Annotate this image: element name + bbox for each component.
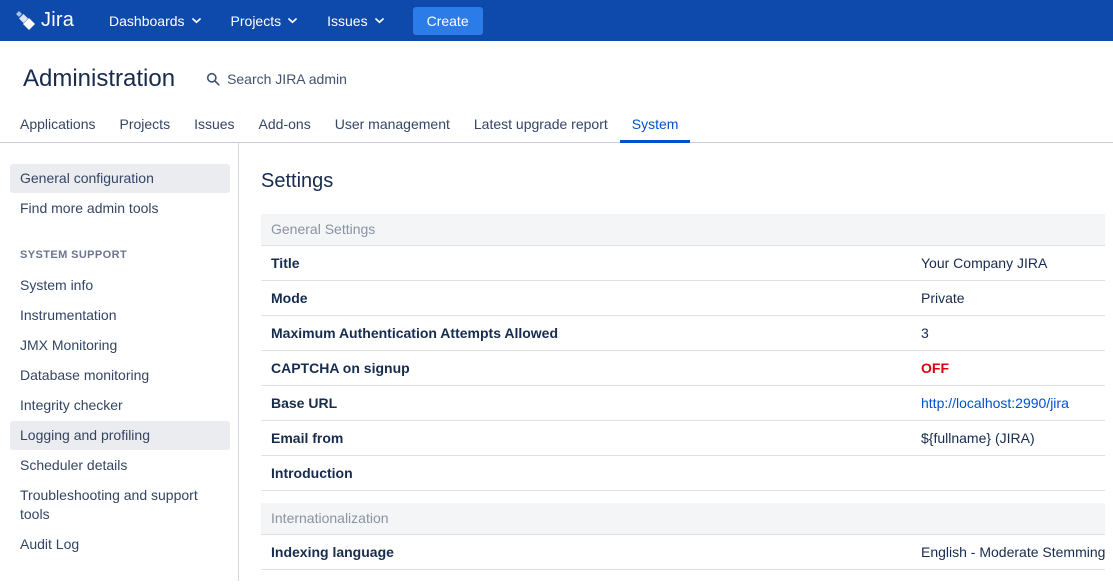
setting-row-title: Title Your Company JIRA <box>261 246 1105 281</box>
brand-text: Jira <box>41 9 74 32</box>
sidebar-item-logging-and-profiling[interactable]: Logging and profiling <box>10 421 230 450</box>
nav-projects[interactable]: Projects <box>216 0 313 41</box>
nav-dashboards[interactable]: Dashboards <box>94 0 216 41</box>
setting-label: Introduction <box>271 465 921 481</box>
tab-applications[interactable]: Applications <box>8 110 108 143</box>
jira-logo-icon <box>14 9 38 33</box>
tab-system[interactable]: System <box>620 110 691 143</box>
admin-sidebar: General configuration Find more admin to… <box>0 143 239 581</box>
tab-issues[interactable]: Issues <box>182 110 246 143</box>
nav-issues[interactable]: Issues <box>312 0 398 41</box>
setting-row-indexing-language: Indexing language English - Moderate Ste… <box>261 535 1105 570</box>
admin-search <box>206 71 407 87</box>
setting-value: Private <box>921 290 965 306</box>
sidebar-item-troubleshooting-and-support-tools[interactable]: Troubleshooting and support tools <box>10 481 230 529</box>
sidebar-group-system-support: SYSTEM SUPPORT <box>10 249 230 261</box>
setting-row-max-auth-attempts: Maximum Authentication Attempts Allowed … <box>261 316 1105 351</box>
setting-label: Base URL <box>271 395 921 411</box>
chevron-down-icon <box>192 18 201 24</box>
sidebar-item-scheduler-details[interactable]: Scheduler details <box>10 451 230 480</box>
status-badge: OFF <box>921 360 949 376</box>
setting-value: ${fullname} (JIRA) <box>921 430 1035 446</box>
chevron-down-icon <box>375 18 384 24</box>
tab-add-ons[interactable]: Add-ons <box>247 110 323 143</box>
sidebar-item-instrumentation[interactable]: Instrumentation <box>10 301 230 330</box>
setting-label: Title <box>271 255 921 271</box>
create-button[interactable]: Create <box>413 7 483 35</box>
setting-row-captcha: CAPTCHA on signup OFF <box>261 351 1105 386</box>
setting-row-introduction: Introduction <box>261 456 1105 491</box>
chevron-down-icon <box>288 18 297 24</box>
admin-tabbar: Applications Projects Issues Add-ons Use… <box>0 110 1113 143</box>
section-header-general-settings: General Settings <box>261 214 1105 246</box>
search-input[interactable] <box>227 71 407 87</box>
search-icon <box>206 72 220 86</box>
setting-value: English - Moderate Stemming <box>921 544 1105 560</box>
top-navbar: Jira Dashboards Projects Issues Create <box>0 0 1113 41</box>
jira-logo[interactable]: Jira <box>14 9 74 33</box>
sidebar-item-integrity-checker[interactable]: Integrity checker <box>10 391 230 420</box>
sidebar-item-database-monitoring[interactable]: Database monitoring <box>10 361 230 390</box>
setting-value: Your Company JIRA <box>921 255 1047 271</box>
admin-header: Administration <box>0 41 1113 93</box>
setting-label: Mode <box>271 290 921 306</box>
section-header-internationalization: Internationalization <box>261 503 1105 535</box>
sidebar-item-jmx-monitoring[interactable]: JMX Monitoring <box>10 331 230 360</box>
setting-row-email-from: Email from ${fullname} (JIRA) <box>261 421 1105 456</box>
base-url-link[interactable]: http://localhost:2990/jira <box>921 395 1069 411</box>
setting-label: Indexing language <box>271 544 921 560</box>
setting-label: Maximum Authentication Attempts Allowed <box>271 325 921 341</box>
settings-title: Settings <box>261 170 1105 193</box>
settings-main: Settings General Settings Title Your Com… <box>239 143 1113 581</box>
tab-projects[interactable]: Projects <box>108 110 183 143</box>
page-title: Administration <box>23 65 175 93</box>
setting-value: 3 <box>921 325 929 341</box>
sidebar-item-general-configuration[interactable]: General configuration <box>10 164 230 193</box>
tab-latest-upgrade-report[interactable]: Latest upgrade report <box>462 110 620 143</box>
sidebar-item-find-more-admin-tools[interactable]: Find more admin tools <box>10 194 230 223</box>
setting-label: Email from <box>271 430 921 446</box>
setting-row-mode: Mode Private <box>261 281 1105 316</box>
content-area: General configuration Find more admin to… <box>0 143 1113 581</box>
sidebar-item-system-info[interactable]: System info <box>10 271 230 300</box>
tab-user-management[interactable]: User management <box>323 110 462 143</box>
setting-label: CAPTCHA on signup <box>271 360 921 376</box>
sidebar-item-audit-log[interactable]: Audit Log <box>10 530 230 559</box>
setting-row-base-url: Base URL http://localhost:2990/jira <box>261 386 1105 421</box>
